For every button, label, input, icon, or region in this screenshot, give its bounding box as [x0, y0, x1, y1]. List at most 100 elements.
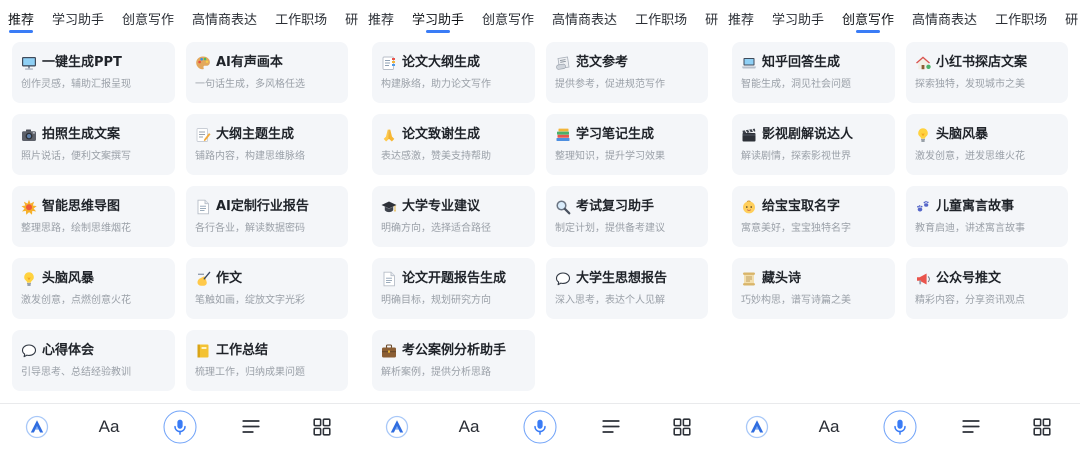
font-size-button[interactable]: Aa	[819, 415, 840, 439]
feature-card-grid: 知乎回答生成 智能生成，洞见社会问题 小红书探店文案 探索独特，发现城市之美 影视剧解说…	[732, 42, 1068, 319]
apps-grid-button[interactable]	[1031, 416, 1053, 438]
feature-card-description: 整理思路，绘制思维烟花	[21, 223, 131, 234]
text-align-icon	[240, 416, 262, 438]
feature-card-title: 作文	[216, 271, 243, 286]
category-tab[interactable]: 研	[1065, 12, 1078, 29]
feature-card[interactable]: 考公案例分析助手 解析案例，提供分析思路	[372, 330, 535, 391]
feature-card-description: 一句话生成，多风格任选	[195, 79, 305, 90]
grid-apps-icon	[671, 416, 693, 438]
feature-card-title: 考公案例分析助手	[402, 343, 507, 358]
baby-icon	[741, 199, 757, 215]
category-tab[interactable]: 创意写作	[482, 12, 534, 29]
app-logo-button[interactable]	[25, 415, 49, 439]
feature-card[interactable]: 大学生思想报告 深入思考，表达个人见解	[546, 258, 708, 319]
feature-card[interactable]: 作文 笔触如画，绽放文字光彩	[186, 258, 348, 319]
feature-card[interactable]: 智能思维导图 整理思路，绘制思维烟花	[12, 186, 175, 247]
category-tab-label: 创意写作	[122, 13, 175, 28]
feature-card-description: 激发创意，点燃创意火花	[21, 295, 131, 306]
feature-card-title: 影视剧解说达人	[762, 127, 854, 142]
category-tab-label: 工作职场	[275, 13, 328, 28]
feature-card-title: 大学生思想报告	[576, 271, 668, 286]
category-tab-active[interactable]: 创意写作	[842, 12, 894, 33]
apps-grid-button[interactable]	[671, 416, 693, 438]
active-tab-indicator	[426, 30, 451, 33]
font-size-button[interactable]: Aa	[99, 415, 120, 439]
feature-card-grid: 一键生成PPT 创作灵感，辅助汇报呈现 AI有声画本 一句话生成，多风格任选 拍照生成文…	[12, 42, 348, 391]
feature-card[interactable]: 藏头诗 巧妙构思，谱写诗篇之美	[732, 258, 895, 319]
feature-card-description: 寓意美好，宝宝独特名字	[741, 223, 851, 234]
app-logo-button[interactable]	[745, 415, 769, 439]
category-tab[interactable]: 高情商表达	[192, 12, 257, 29]
feature-card-description: 精彩内容，分享资讯观点	[915, 295, 1025, 306]
feature-card[interactable]: 学习笔记生成 整理知识，提升学习效果	[546, 114, 708, 175]
feature-card-description: 整理知识，提升学习效果	[555, 151, 665, 162]
app-logo-icon	[25, 415, 49, 439]
speech-bubble-icon	[21, 343, 37, 359]
feature-card[interactable]: 考试复习助手 制定计划，提供备考建议	[546, 186, 708, 247]
category-tab[interactable]: 工作职场	[275, 12, 327, 29]
feature-card[interactable]: 头脑风暴 激发创意，迸发思维火花	[906, 114, 1068, 175]
apps-grid-button[interactable]	[311, 416, 333, 438]
bookmark-tabs-icon	[381, 55, 397, 71]
category-tab-label: 高情商表达	[552, 13, 618, 28]
voice-input-button[interactable]	[523, 410, 557, 444]
feature-card-description: 各行各业，解读数据密码	[195, 223, 305, 234]
font-size-icon: Aa	[98, 417, 120, 436]
feature-card[interactable]: 工作总结 梳理工作，归纳成果问题	[186, 330, 348, 391]
font-size-button[interactable]: Aa	[459, 415, 480, 439]
app-logo-button[interactable]	[385, 415, 409, 439]
category-tab-bar: 推荐 学习助手 创意写作 高情商表达 工作职场 研	[0, 0, 360, 36]
feature-card-title: 论文致谢生成	[402, 127, 481, 142]
feature-card-title: 考试复习助手	[576, 199, 655, 214]
feature-card[interactable]: 论文大纲生成 构建脉络，助力论文写作	[372, 42, 535, 103]
feature-card-title: 藏头诗	[762, 271, 802, 286]
category-tab[interactable]: 创意写作	[122, 12, 174, 29]
feature-card[interactable]: 公众号推文 精彩内容，分享资讯观点	[906, 258, 1068, 319]
feature-card[interactable]: 大学专业建议 明确方向，选择适合路径	[372, 186, 535, 247]
feature-card[interactable]: 儿童寓言故事 教育启迪，讲述寓言故事	[906, 186, 1068, 247]
feature-card[interactable]: 论文致谢生成 表达感激，赞美支持帮助	[372, 114, 535, 175]
category-tab[interactable]: 学习助手	[52, 12, 104, 29]
category-tab-label: 学习助手	[412, 13, 465, 28]
feature-card[interactable]: AI定制行业报告 各行各业，解读数据密码	[186, 186, 348, 247]
feature-card[interactable]: 一键生成PPT 创作灵感，辅助汇报呈现	[12, 42, 175, 103]
feature-card[interactable]: 给宝宝取名字 寓意美好，宝宝独特名字	[732, 186, 895, 247]
category-tab-active[interactable]: 推荐	[8, 12, 34, 33]
category-tab[interactable]: 学习助手	[772, 12, 824, 29]
feature-card-title: 一键生成PPT	[42, 55, 122, 70]
feature-card[interactable]: 影视剧解说达人解读剧情，探索影视世界	[732, 114, 895, 175]
feature-card-description: 探索独特，发现城市之美	[915, 79, 1025, 90]
feature-card-description: 解读剧情，探索影视世界	[741, 151, 851, 162]
paw-prints-icon	[915, 199, 931, 215]
feature-card[interactable]: 论文开题报告生成 明确目标，规划研究方向	[372, 258, 535, 319]
category-tab-label: 高情商表达	[192, 13, 258, 28]
feature-card[interactable]: AI有声画本 一句话生成，多风格任选	[186, 42, 348, 103]
text-format-button[interactable]	[240, 416, 262, 438]
rolled-newspaper-icon	[555, 55, 571, 71]
voice-input-button[interactable]	[883, 410, 917, 444]
category-tab[interactable]: 推荐	[368, 12, 394, 29]
feature-card[interactable]: 头脑风暴 激发创意，点燃创意火花	[12, 258, 175, 319]
category-tab-active[interactable]: 学习助手	[412, 12, 465, 33]
feature-card[interactable]: 知乎回答生成 智能生成，洞见社会问题	[732, 42, 895, 103]
feature-card-description: 智能生成，洞见社会问题	[741, 79, 851, 90]
category-tab[interactable]: 高情商表达	[912, 12, 977, 29]
category-tab[interactable]: 研	[345, 12, 358, 29]
category-tab-label: 研	[1065, 13, 1079, 28]
feature-card[interactable]: 大纲主题生成 铺路内容，构建思维脉络	[186, 114, 348, 175]
feature-card[interactable]: 心得体会 引导思考、总结经验教训	[12, 330, 175, 391]
category-tab-label: 创意写作	[482, 13, 535, 28]
category-tab[interactable]: 工作职场	[995, 12, 1047, 29]
text-format-button[interactable]	[960, 416, 982, 438]
feature-card[interactable]: 小红书探店文案 探索独特，发现城市之美	[906, 42, 1068, 103]
voice-input-button[interactable]	[163, 410, 197, 444]
category-tab[interactable]: 高情商表达	[552, 12, 617, 29]
feature-card[interactable]: 拍照生成文案 照片说话，便利文案撰写	[12, 114, 175, 175]
text-format-button[interactable]	[600, 416, 622, 438]
category-tab[interactable]: 推荐	[728, 12, 754, 29]
feature-card[interactable]: 范文参考 提供参考，促进规范写作	[546, 42, 708, 103]
category-tab[interactable]: 研	[705, 12, 718, 29]
category-tab[interactable]: 工作职场	[635, 12, 687, 29]
grid-apps-icon	[1031, 416, 1053, 438]
microphone-icon	[530, 417, 551, 438]
